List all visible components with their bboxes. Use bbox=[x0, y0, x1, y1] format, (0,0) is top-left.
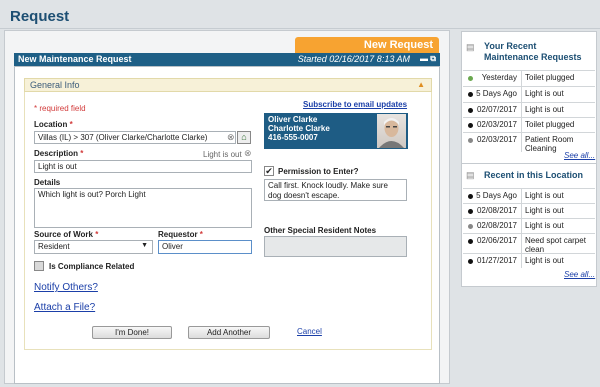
column-divider bbox=[521, 189, 522, 203]
item-description: Light is out bbox=[525, 206, 564, 215]
item-date: 02/08/2017 bbox=[476, 221, 517, 230]
status-dot-icon bbox=[468, 76, 473, 81]
description-input[interactable]: Light is out bbox=[34, 160, 252, 173]
special-notes-field bbox=[264, 236, 407, 257]
collapse-icon[interactable]: ▲ bbox=[417, 80, 425, 89]
recent-location-see-all[interactable]: See all... bbox=[564, 270, 595, 279]
chevron-down-icon: ▼ bbox=[141, 242, 148, 249]
permission-label: Permission to Enter? bbox=[278, 167, 359, 176]
avatar bbox=[377, 114, 406, 148]
list-item[interactable]: 02/08/2017 Light is out bbox=[463, 218, 595, 233]
item-description: Light is out bbox=[525, 191, 564, 200]
list-item[interactable]: 01/27/2017 Light is out bbox=[463, 253, 595, 268]
item-description: Toilet plugged bbox=[525, 73, 575, 82]
column-divider bbox=[521, 234, 522, 253]
column-divider bbox=[521, 103, 522, 117]
cancel-link[interactable]: Cancel bbox=[297, 327, 322, 336]
new-request-tab[interactable]: New Request bbox=[295, 37, 439, 54]
item-date: 02/06/2017 bbox=[476, 236, 517, 245]
item-description: Light is out bbox=[525, 105, 564, 114]
window-controls: ▬ ⧉ bbox=[420, 54, 436, 64]
popout-icon[interactable]: ⧉ bbox=[430, 54, 436, 63]
column-divider bbox=[521, 204, 522, 218]
item-date: Yesterday bbox=[481, 73, 517, 82]
list-item[interactable]: 02/08/2017 Light is out bbox=[463, 203, 595, 218]
list-item[interactable]: 5 Days Ago Light is out bbox=[463, 188, 595, 203]
compliance-checkbox[interactable] bbox=[34, 261, 44, 271]
source-of-work-select[interactable]: Resident ▼ bbox=[34, 240, 153, 254]
status-dot-icon bbox=[468, 194, 473, 199]
item-date: 01/27/2017 bbox=[476, 256, 517, 265]
item-date: 02/03/2017 bbox=[476, 135, 517, 144]
general-info-section-header[interactable]: General Info ▲ bbox=[24, 78, 432, 92]
document-icon: ▤ bbox=[466, 42, 475, 52]
status-dot-icon bbox=[468, 108, 473, 113]
item-date: 02/03/2017 bbox=[476, 120, 517, 129]
item-date: 5 Days Ago bbox=[476, 191, 517, 200]
details-label: Details bbox=[34, 178, 61, 187]
permission-notes[interactable]: Call first. Knock loudly. Make sure dog … bbox=[264, 179, 407, 201]
column-divider bbox=[521, 133, 522, 152]
clear-icon[interactable]: ⊗ bbox=[227, 132, 235, 143]
source-of-work-label: Source of Work * bbox=[34, 230, 99, 239]
section-title: General Info bbox=[30, 80, 80, 90]
recent-requests-title: Your Recent Maintenance Requests bbox=[484, 41, 582, 62]
status-dot-icon bbox=[468, 239, 473, 244]
details-textarea[interactable]: Which light is out? Porch Light bbox=[34, 188, 252, 228]
status-dot-icon bbox=[468, 224, 473, 229]
column-divider bbox=[521, 71, 522, 86]
form-title: New Maintenance Request bbox=[18, 54, 132, 64]
list-item[interactable]: 02/03/2017 Toilet plugged bbox=[463, 117, 595, 132]
recent-location-title: Recent in this Location bbox=[484, 170, 584, 180]
clear-description-icon[interactable]: ⊗ bbox=[244, 148, 252, 159]
item-description: Light is out bbox=[525, 256, 564, 265]
description-label: Description * bbox=[34, 149, 84, 158]
attach-file-link[interactable]: Attach a File? bbox=[34, 302, 95, 313]
panel-divider bbox=[461, 163, 597, 164]
title-divider bbox=[0, 28, 600, 29]
minimize-icon[interactable]: ▬ bbox=[420, 54, 428, 63]
status-dot-icon bbox=[468, 92, 473, 97]
compliance-label: Is Compliance Related bbox=[49, 262, 135, 271]
column-divider bbox=[521, 254, 522, 268]
item-description: Light is out bbox=[525, 89, 564, 98]
item-date: 02/08/2017 bbox=[476, 206, 517, 215]
required-note: * required field bbox=[34, 104, 86, 113]
special-notes-label: Other Special Resident Notes bbox=[264, 226, 377, 235]
description-hint: Light is out bbox=[203, 150, 242, 159]
status-dot-icon bbox=[468, 123, 473, 128]
home-icon[interactable]: ⌂ bbox=[237, 131, 251, 144]
notify-others-link[interactable]: Notify Others? bbox=[34, 282, 98, 293]
list-item[interactable]: Yesterday Toilet plugged bbox=[463, 70, 595, 86]
list-item[interactable]: 02/03/2017 Patient Room Cleaning bbox=[463, 132, 595, 153]
status-dot-icon bbox=[468, 138, 473, 143]
add-another-button[interactable]: Add Another bbox=[188, 326, 270, 339]
column-divider bbox=[521, 219, 522, 233]
document-icon: ▤ bbox=[466, 170, 475, 180]
permission-checkbox[interactable]: ✔ bbox=[264, 166, 274, 176]
form-header: New Maintenance Request Started 02/16/20… bbox=[14, 53, 440, 66]
item-date: 02/07/2017 bbox=[476, 105, 517, 114]
page-title: Request bbox=[10, 8, 70, 25]
list-item[interactable]: 02/06/2017 Need spot carpet clean bbox=[463, 233, 595, 254]
subscribe-link[interactable]: Subscribe to email updates bbox=[303, 100, 407, 109]
list-item[interactable]: 5 Days Ago Light is out bbox=[463, 86, 595, 102]
requestor-label: Requestor * bbox=[158, 230, 203, 239]
column-divider bbox=[521, 87, 522, 102]
column-divider bbox=[521, 118, 522, 132]
started-timestamp: Started 02/16/2017 8:13 AM bbox=[297, 54, 410, 64]
status-dot-icon bbox=[468, 259, 473, 264]
item-description: Light is out bbox=[525, 221, 564, 230]
item-description: Toilet plugged bbox=[525, 120, 575, 129]
item-date: 5 Days Ago bbox=[476, 89, 517, 98]
status-dot-icon bbox=[468, 209, 473, 214]
recent-requests-see-all[interactable]: See all... bbox=[564, 151, 595, 160]
requestor-input[interactable]: Oliver bbox=[158, 240, 252, 254]
done-button[interactable]: I'm Done! bbox=[92, 326, 172, 339]
list-item[interactable]: 02/07/2017 Light is out bbox=[463, 102, 595, 117]
location-field[interactable]: Villas (IL) > 307 (Oliver Clarke/Charlot… bbox=[34, 131, 236, 144]
location-label: Location * bbox=[34, 120, 73, 129]
item-description: Need spot carpet clean bbox=[525, 236, 586, 254]
